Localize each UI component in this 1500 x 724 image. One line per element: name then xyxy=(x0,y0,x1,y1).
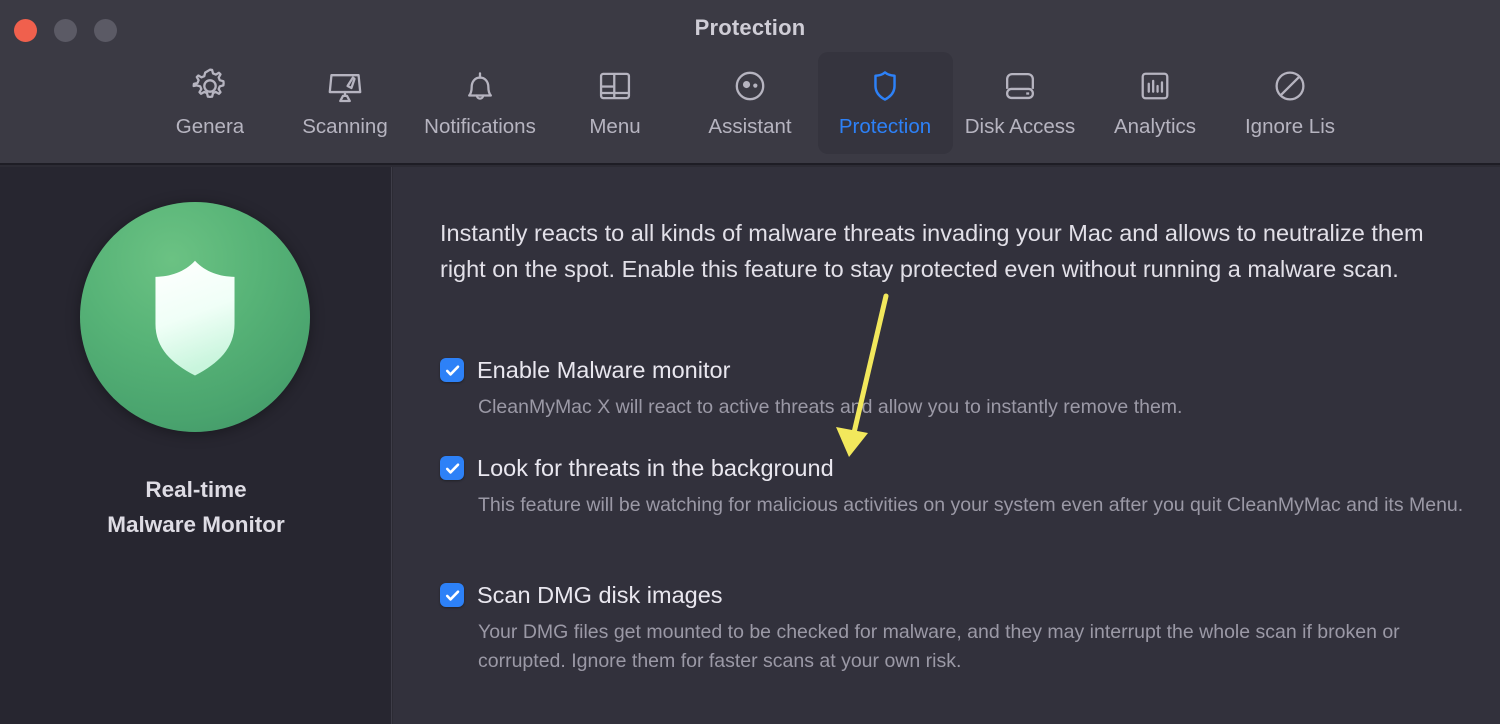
intro-description: Instantly reacts to all kinds of malware… xyxy=(440,220,1424,282)
option-look-for-threats-background: Look for threats in the background This … xyxy=(440,454,1475,520)
feature-badge xyxy=(80,202,310,432)
bell-icon xyxy=(458,63,502,109)
layout-panels-icon xyxy=(593,63,637,109)
tab-analytics-label: Analytics xyxy=(1113,115,1197,138)
checkbox-enable-malware-monitor[interactable] xyxy=(440,358,464,382)
checkbox-scan-dmg-disk-images[interactable] xyxy=(440,583,464,607)
option-label: Scan DMG disk images xyxy=(477,582,723,608)
sidebar-feature-title-line1: Real-time xyxy=(145,477,247,502)
option-row[interactable]: Look for threats in the background xyxy=(440,454,1475,482)
content-panel: Instantly reacts to all kinds of malware… xyxy=(393,167,1500,724)
page-title: Protection xyxy=(694,15,806,40)
tab-ignore-list-label: Ignore Lis xyxy=(1244,115,1336,138)
tab-notifications-label: Notifications xyxy=(424,115,536,138)
option-label: Look for threats in the background xyxy=(477,455,834,481)
tab-protection[interactable]: Protection xyxy=(817,52,953,154)
tab-scanning[interactable]: Scanning xyxy=(278,52,413,154)
bar-chart-icon xyxy=(1133,63,1177,109)
shield-icon xyxy=(863,63,907,109)
sidebar-feature-title-line2: Malware Monitor xyxy=(107,512,285,537)
option-row[interactable]: Scan DMG disk images xyxy=(440,581,1475,609)
titlebar: Protection Genera Scanning Notifications… xyxy=(0,0,1500,165)
tab-menu[interactable]: Menu xyxy=(548,52,683,154)
tab-protection-label: Protection xyxy=(838,115,932,138)
option-enable-malware-monitor: Enable Malware monitor CleanMyMac X will… xyxy=(440,356,1475,422)
app-window: Protection Genera Scanning Notifications… xyxy=(0,0,1500,724)
checkbox-look-for-threats-background[interactable] xyxy=(440,456,464,480)
hard-drive-icon xyxy=(998,63,1042,109)
tab-analytics[interactable]: Analytics xyxy=(1088,52,1223,154)
tab-disk-access[interactable]: Disk Access xyxy=(953,52,1088,154)
assistant-face-icon xyxy=(728,63,772,109)
option-description: CleanMyMac X will react to active threat… xyxy=(478,396,1183,418)
tab-notifications[interactable]: Notifications xyxy=(413,52,548,154)
body: Real-time Malware Monitor Instantly reac… xyxy=(0,167,1500,724)
option-scan-dmg-disk-images: Scan DMG disk images Your DMG files get … xyxy=(440,581,1475,676)
shield-icon xyxy=(119,241,271,393)
toolbar: Genera Scanning Notifications Menu Assis… xyxy=(0,52,1500,157)
sidebar-feature-title: Real-time Malware Monitor xyxy=(0,472,392,542)
tab-disk-access-label: Disk Access xyxy=(964,115,1076,138)
tab-ignore-list[interactable]: Ignore Lis xyxy=(1223,52,1358,154)
option-description: This feature will be watching for malici… xyxy=(478,494,1464,516)
tab-assistant[interactable]: Assistant xyxy=(683,52,818,154)
tab-menu-label: Menu xyxy=(589,115,641,138)
gear-icon xyxy=(188,63,232,109)
tab-assistant-label: Assistant xyxy=(708,115,792,138)
monitor-brush-icon xyxy=(323,63,367,109)
tab-general-label: Genera xyxy=(175,115,245,138)
tab-general[interactable]: Genera xyxy=(143,52,278,154)
option-description: Your DMG files get mounted to be checked… xyxy=(478,621,1400,672)
tab-scanning-label: Scanning xyxy=(302,115,388,138)
no-entry-icon xyxy=(1268,63,1312,109)
option-label: Enable Malware monitor xyxy=(477,357,731,383)
sidebar: Real-time Malware Monitor xyxy=(0,167,392,724)
option-row[interactable]: Enable Malware monitor xyxy=(440,356,1475,384)
